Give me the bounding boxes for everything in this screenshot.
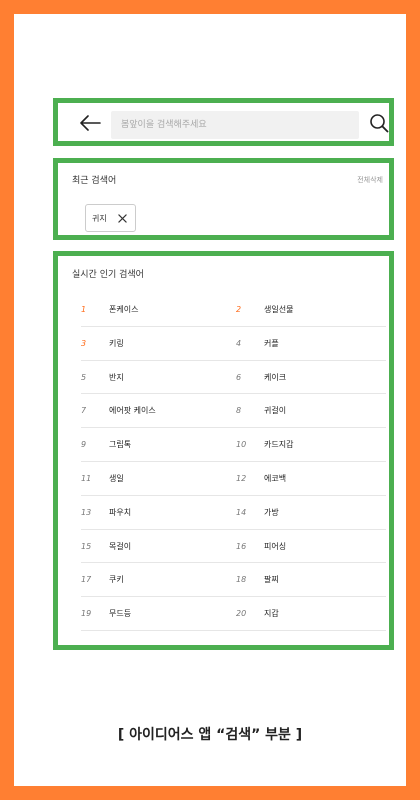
rank-row: 17 쿠키 18 팔찌	[81, 563, 386, 598]
rank-keyword: 에어팟 케이스	[109, 406, 156, 416]
rank-number: 10	[236, 440, 247, 450]
list-item[interactable]: 1 폰케이스	[81, 293, 231, 326]
back-arrow-icon[interactable]	[79, 114, 101, 132]
rank-row: 13 파우치 14 가방	[81, 496, 386, 530]
rank-row: 9 그립톡 10 카드지갑	[81, 428, 386, 462]
rank-row: 5 반지 6 케이크	[81, 361, 386, 395]
rank-number: 9	[81, 440, 87, 450]
rank-number: 2	[236, 305, 242, 314]
rank-keyword: 카드지갑	[264, 440, 294, 450]
rank-number: 6	[236, 372, 242, 382]
rank-number: 18	[236, 575, 247, 585]
rank-row: 7 에어팟 케이스 8 귀걸이	[81, 394, 386, 429]
search-input[interactable]	[111, 111, 359, 139]
rank-keyword: 귀걸이	[264, 406, 287, 416]
rank-keyword: 그립톡	[109, 440, 132, 450]
search-header	[53, 98, 394, 146]
recent-searches-section: 최근 검색어 전체삭제 귀지	[53, 158, 394, 240]
list-item[interactable]: 12 에코백	[236, 462, 386, 495]
rank-number: 1	[81, 305, 87, 314]
rank-number: 12	[236, 473, 247, 483]
rank-keyword: 케이크	[264, 372, 287, 382]
recent-search-chip-label: 귀지	[92, 213, 107, 223]
rank-row: 19 무드등 20 지갑	[81, 597, 386, 631]
search-icon[interactable]	[369, 113, 389, 133]
rank-number: 19	[81, 609, 92, 619]
rank-keyword: 에코백	[264, 473, 287, 483]
list-item[interactable]: 11 생일	[81, 462, 231, 495]
rank-keyword: 피어싱	[264, 541, 287, 551]
rank-number: 4	[236, 338, 242, 348]
list-item[interactable]: 15 목걸이	[81, 530, 231, 563]
list-item[interactable]: 17 쿠키	[81, 563, 231, 596]
rank-number: 15	[81, 541, 92, 551]
list-item[interactable]: 19 무드등	[81, 597, 231, 630]
rank-keyword: 폰케이스	[109, 305, 139, 314]
list-item[interactable]: 13 파우치	[81, 496, 231, 529]
popular-searches-list: 1 폰케이스 2 생일선물 3 키링 4 커플 5 반지 6 케이크 7 에어팟…	[81, 293, 386, 631]
list-item[interactable]: 8 귀걸이	[236, 394, 386, 427]
list-item[interactable]: 20 지갑	[236, 597, 386, 630]
app-frame: 최근 검색어 전체삭제 귀지 실시간 인기 검색어 1 폰케이스 2 생일선물	[14, 14, 406, 786]
rank-keyword: 지갑	[264, 609, 279, 619]
rank-row: 1 폰케이스 2 생일선물	[81, 293, 386, 327]
popular-searches-title: 실시간 인기 검색어	[72, 270, 144, 280]
rank-number: 20	[236, 609, 247, 619]
list-item[interactable]: 3 키링	[81, 327, 231, 360]
rank-keyword: 가방	[264, 507, 279, 517]
list-item[interactable]: 10 카드지갑	[236, 428, 386, 461]
rank-keyword: 쿠키	[109, 575, 124, 585]
rank-number: 16	[236, 541, 247, 551]
rank-number: 8	[236, 406, 242, 416]
list-item[interactable]: 2 생일선물	[236, 293, 386, 326]
rank-keyword: 무드등	[109, 609, 132, 619]
rank-keyword: 커플	[264, 338, 279, 348]
rank-number: 14	[236, 507, 247, 517]
rank-number: 13	[81, 507, 92, 517]
rank-number: 3	[81, 338, 87, 348]
rank-keyword: 파우치	[109, 507, 132, 517]
delete-all-button[interactable]: 전체삭제	[357, 175, 383, 185]
list-item[interactable]: 6 케이크	[236, 361, 386, 394]
rank-keyword: 팔찌	[264, 575, 279, 585]
rank-number: 7	[81, 406, 87, 416]
rank-number: 11	[81, 473, 92, 483]
rank-keyword: 키링	[109, 338, 124, 348]
list-item[interactable]: 16 피어싱	[236, 530, 386, 563]
list-item[interactable]: 18 팔찌	[236, 563, 386, 596]
recent-search-chip[interactable]: 귀지	[85, 204, 136, 232]
rank-row: 3 키링 4 커플	[81, 327, 386, 361]
close-icon[interactable]	[118, 214, 127, 223]
rank-row: 15 목걸이 16 피어싱	[81, 530, 386, 564]
rank-keyword: 반지	[109, 372, 124, 382]
rank-keyword: 생일	[109, 473, 124, 483]
rank-number: 17	[81, 575, 92, 585]
list-item[interactable]: 14 가방	[236, 496, 386, 529]
list-item[interactable]: 4 커플	[236, 327, 386, 360]
list-item[interactable]: 9 그립톡	[81, 428, 231, 461]
list-item[interactable]: 5 반지	[81, 361, 231, 394]
rank-row: 11 생일 12 에코백	[81, 462, 386, 496]
figure-caption: [ 아이디어스 앱 “검색” 부분 ]	[117, 727, 303, 743]
rank-keyword: 목걸이	[109, 541, 132, 551]
rank-keyword: 생일선물	[264, 305, 294, 314]
rank-number: 5	[81, 372, 87, 382]
list-item[interactable]: 7 에어팟 케이스	[81, 394, 231, 427]
recent-searches-title: 최근 검색어	[72, 176, 117, 186]
popular-searches-section: 실시간 인기 검색어 1 폰케이스 2 생일선물 3 키링 4 커플 5 반지 …	[53, 251, 394, 650]
